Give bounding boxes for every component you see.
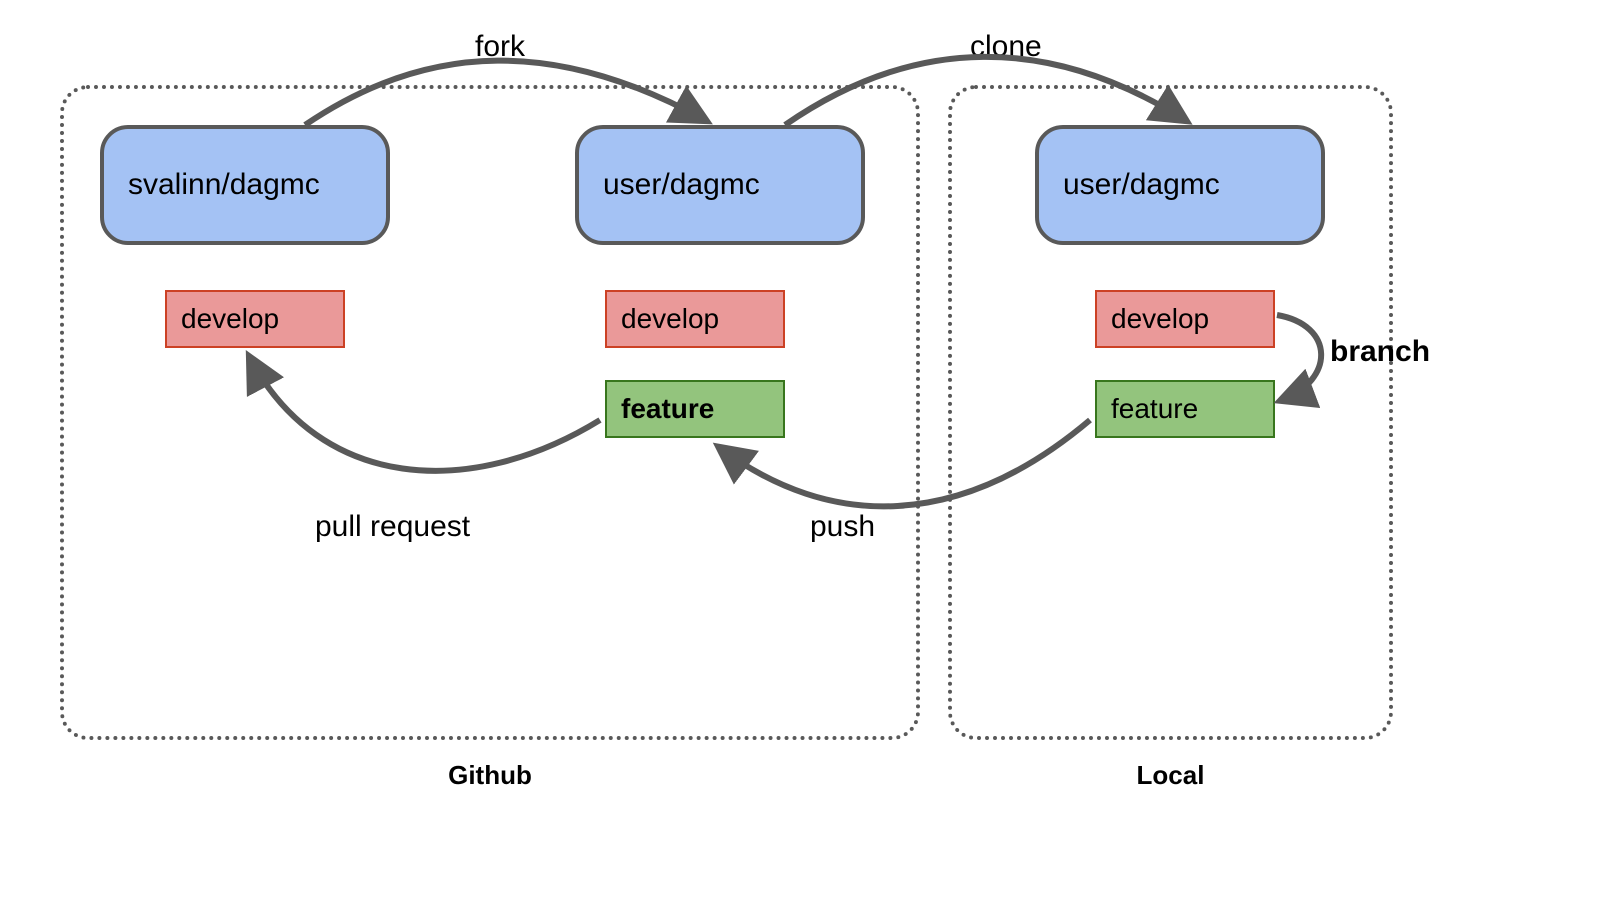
branch-local-feature-label: feature [1111,393,1198,425]
repo-upstream: svalinn/dagmc [100,125,390,245]
label-pull-request: pull request [315,510,470,544]
repo-fork-label: user/dagmc [603,168,760,202]
repo-fork: user/dagmc [575,125,865,245]
label-fork: fork [475,30,525,64]
branch-fork-develop: develop [605,290,785,348]
branch-fork-develop-label: develop [621,303,719,335]
branch-fork-feature: feature [605,380,785,438]
label-clone: clone [970,30,1042,64]
label-branch: branch [1330,335,1430,369]
label-local: Local [948,760,1393,791]
repo-local-label: user/dagmc [1063,168,1220,202]
branch-local-develop-label: develop [1111,303,1209,335]
repo-local: user/dagmc [1035,125,1325,245]
branch-local-feature: feature [1095,380,1275,438]
branch-local-develop: develop [1095,290,1275,348]
git-workflow-diagram: svalinn/dagmc user/dagmc user/dagmc deve… [0,0,1600,900]
branch-upstream-develop-label: develop [181,303,279,335]
branch-fork-feature-label: feature [621,393,714,425]
label-github: Github [60,760,920,791]
branch-upstream-develop: develop [165,290,345,348]
repo-upstream-label: svalinn/dagmc [128,168,320,202]
label-push: push [810,510,875,544]
